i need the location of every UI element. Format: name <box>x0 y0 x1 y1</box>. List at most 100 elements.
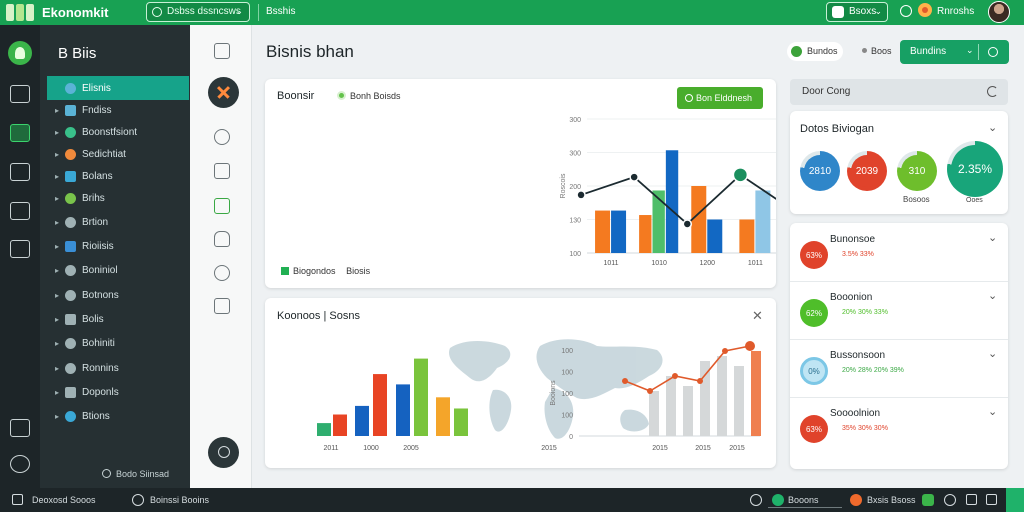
bar[interactable] <box>717 356 727 436</box>
sidebar-item[interactable]: ▸ Boonstfsiont <box>47 120 189 144</box>
sidebar-item[interactable]: ▸ Rioiisis <box>47 235 189 259</box>
note-icon[interactable] <box>214 163 230 179</box>
close-tool-icon[interactable] <box>208 77 239 108</box>
building-icon[interactable] <box>10 163 30 181</box>
header-action-button[interactable]: Bundins ⌄ <box>900 40 1009 64</box>
bar-chart-card: Boonsir Bonh Boisds Bon Elddnesh 100 130 2… <box>265 79 776 288</box>
header-link[interactable]: Boos <box>862 46 892 56</box>
bar[interactable] <box>700 361 710 436</box>
bar[interactable] <box>649 391 659 436</box>
right-search-input[interactable]: Door Cong <box>790 79 1008 105</box>
line-point[interactable] <box>682 219 693 229</box>
bar[interactable] <box>436 397 450 436</box>
pencil-icon[interactable] <box>214 43 230 59</box>
sidebar-item-label: Brtion <box>82 216 109 228</box>
settings-icon[interactable] <box>10 455 30 473</box>
bar[interactable] <box>639 215 652 253</box>
sidebar-item[interactable]: ▸ Brihs <box>47 186 189 210</box>
expand-icon[interactable] <box>986 494 997 505</box>
workspace-logo-icon[interactable] <box>8 41 32 65</box>
bar[interactable] <box>755 190 771 253</box>
divider <box>978 44 979 60</box>
gear-icon[interactable] <box>944 494 956 506</box>
bar[interactable] <box>317 423 331 436</box>
sidebar-item[interactable]: ▸ Sedichtiat <box>47 142 189 166</box>
line-point[interactable] <box>745 341 755 351</box>
table-icon[interactable] <box>10 202 30 220</box>
bar[interactable] <box>454 408 468 436</box>
header-badge[interactable]: Bundos <box>787 42 843 61</box>
bar[interactable] <box>396 384 410 436</box>
window-icon[interactable] <box>966 494 977 505</box>
line-point[interactable] <box>576 190 586 200</box>
bar[interactable] <box>734 366 744 436</box>
power-icon[interactable] <box>922 494 934 506</box>
home-icon[interactable] <box>10 85 30 103</box>
line-point[interactable] <box>622 378 628 384</box>
sidebar-item[interactable]: ▸ Bolans <box>47 164 189 188</box>
edit-icon[interactable] <box>214 198 230 214</box>
bar[interactable] <box>355 405 369 436</box>
bar[interactable] <box>665 150 679 253</box>
sidebar-item[interactable]: ▸ Boniniol <box>47 259 189 283</box>
chevron-down-icon[interactable]: ⌄ <box>988 121 997 134</box>
line-point[interactable] <box>697 378 703 384</box>
sidebar-item[interactable]: ▸ Ronnins <box>47 356 189 380</box>
bar[interactable] <box>373 374 387 436</box>
bar[interactable] <box>414 358 428 436</box>
sidebar-item[interactable]: ▸ Btions <box>47 405 189 429</box>
sidebar-item[interactable]: ▸ Brtion <box>47 210 189 234</box>
line-point[interactable] <box>672 373 678 379</box>
avatar[interactable] <box>988 1 1010 23</box>
top-tab[interactable]: Bsshis <box>266 6 295 17</box>
bar[interactable] <box>751 351 761 436</box>
bar[interactable] <box>683 386 693 436</box>
chevron-down-icon[interactable]: ⌄ <box>988 347 997 360</box>
line-point[interactable] <box>732 167 749 183</box>
top-search-input[interactable]: Dsbss dssncsws ⌄ <box>146 2 250 22</box>
sidebar-item[interactable]: ▸ Bohiniti <box>47 332 189 356</box>
bar[interactable] <box>739 219 755 254</box>
line-point[interactable] <box>722 348 728 354</box>
notification-label: Rnroshs <box>937 6 975 17</box>
alert-icon[interactable] <box>850 494 862 506</box>
line-point[interactable] <box>629 172 639 182</box>
line-point[interactable] <box>647 388 653 394</box>
sidebar-item[interactable]: ▸ Fndiss <box>47 98 189 122</box>
terminal-icon[interactable] <box>12 494 23 505</box>
clock-icon[interactable] <box>750 494 762 506</box>
chat-icon[interactable] <box>214 231 230 247</box>
sidebar-item[interactable]: Elisnis <box>47 76 189 100</box>
y-tick-label: 300 <box>569 117 581 124</box>
bar[interactable] <box>707 219 723 254</box>
notification-icon[interactable] <box>918 3 932 17</box>
chevron-down-icon[interactable]: ⌄ <box>988 231 997 244</box>
cloud-icon[interactable] <box>214 129 230 145</box>
user-menu-button[interactable]: Bsoxs ⌄ <box>826 2 888 22</box>
sidebar-item[interactable]: ▸ Doponls <box>47 380 189 404</box>
bar[interactable] <box>691 186 707 253</box>
rocket-icon[interactable] <box>10 240 30 258</box>
bar[interactable] <box>666 376 676 436</box>
search-icon[interactable] <box>988 47 998 57</box>
document-icon[interactable] <box>214 298 230 314</box>
chevron-down-icon[interactable]: ⌄ <box>988 405 997 418</box>
grid-icon[interactable] <box>10 124 30 142</box>
sidebar-item[interactable]: ▸ Bolis <box>47 308 189 332</box>
timer-icon[interactable] <box>214 265 230 281</box>
bar[interactable] <box>333 414 347 437</box>
share-icon[interactable] <box>10 419 30 437</box>
sync-icon[interactable] <box>132 494 144 506</box>
donut-value: 2810 <box>804 155 836 187</box>
refresh-icon[interactable] <box>987 86 998 97</box>
clock-icon[interactable] <box>900 5 912 17</box>
bar[interactable] <box>595 210 611 253</box>
refresh-icon[interactable] <box>208 437 239 468</box>
sidebar-item[interactable]: ▸ Botnons <box>47 283 189 307</box>
chevron-right-icon: ▸ <box>55 149 60 159</box>
chevron-down-icon[interactable]: ⌄ <box>988 289 997 302</box>
bar[interactable] <box>611 210 627 253</box>
app-logo[interactable] <box>6 4 34 21</box>
status-field[interactable]: Booons <box>768 492 842 508</box>
nav-footer[interactable]: Bodo Siinsad <box>102 469 169 479</box>
